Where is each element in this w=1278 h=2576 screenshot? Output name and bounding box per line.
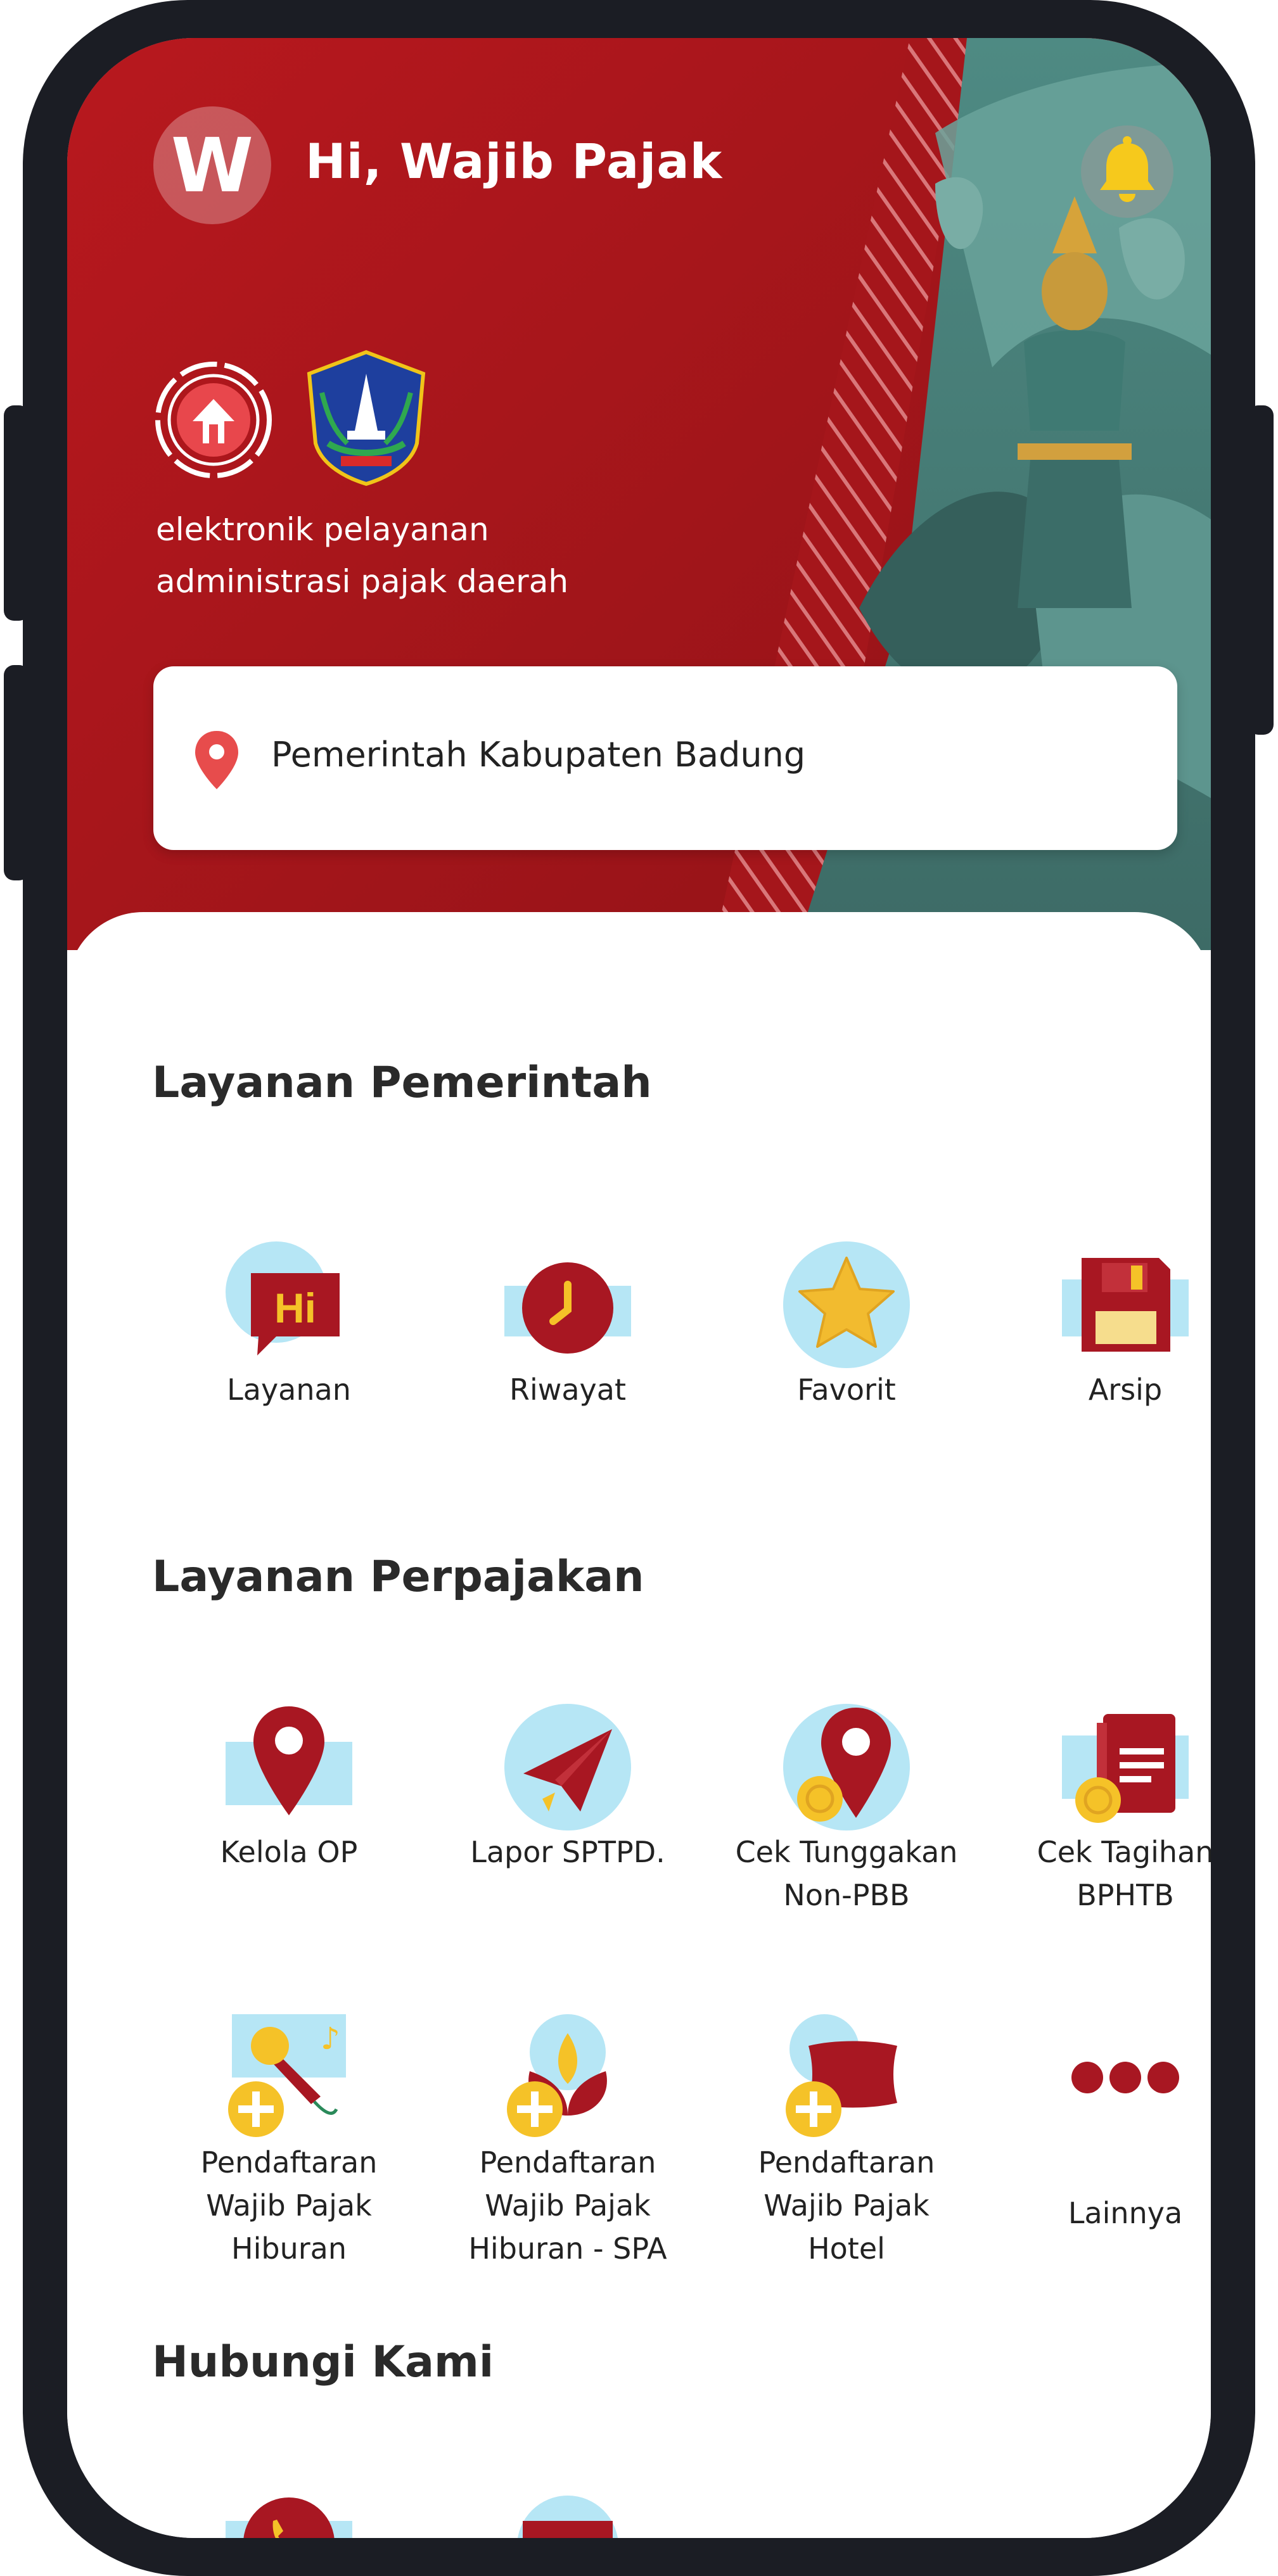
bell-icon (1100, 136, 1154, 202)
email-icon: @ (504, 2496, 631, 2538)
app-screen: W Hi, Wajib Pajak elektronik pelayanan a… (67, 38, 1211, 2538)
document-coin-icon (1062, 1704, 1189, 1830)
service-label: Riwayat (509, 1373, 626, 1407)
service-label: Layanan (227, 1373, 351, 1407)
tagline-line-2: administrasi pajak daerah (156, 563, 569, 600)
service-label: Cek Tagihan BPHTB (1037, 1835, 1211, 1912)
service-label: Pendaftaran Wajib Pajak Hiburan - SPA (468, 2145, 667, 2266)
service-cek-tagihan[interactable]: Cek Tagihan BPHTB (1005, 1704, 1211, 1917)
svg-text:@: @ (545, 2528, 591, 2538)
pin-coin-icon (783, 1704, 910, 1830)
header-banner: W Hi, Wajib Pajak elektronik pelayanan a… (67, 38, 1211, 950)
svg-text:♪: ♪ (321, 2021, 340, 2057)
service-cek-tunggakan[interactable]: Cek Tunggakan Non-PBB (726, 1704, 967, 1917)
service-label: Pendaftaran Wajib Pajak Hiburan (200, 2145, 378, 2266)
pillow-plus-icon (783, 2014, 910, 2141)
paper-plane-icon (504, 1704, 631, 1830)
service-label: Arsip (1088, 1373, 1163, 1407)
location-selector[interactable]: Pemerintah Kabupaten Badung (153, 666, 1177, 850)
service-arsip[interactable]: Arsip (1005, 1241, 1211, 1411)
microphone-plus-icon: ♪ (226, 2014, 352, 2141)
map-pin-icon (226, 1704, 352, 1830)
hi-chat-icon: Hi (226, 1241, 352, 1368)
service-layanan[interactable]: Hi Layanan (169, 1241, 409, 1411)
avatar[interactable]: W (153, 106, 271, 224)
service-daftar-hiburan[interactable]: ♪ Pendaftaran Wajib Pajak Hiburan (169, 2014, 409, 2270)
contact-phone[interactable] (169, 2496, 409, 2538)
service-kelola-op[interactable]: Kelola OP (169, 1704, 409, 1874)
greeting-text: Hi, Wajib Pajak (305, 133, 723, 189)
service-favorit[interactable]: Favorit (726, 1241, 967, 1411)
more-dots-icon (1062, 2014, 1189, 2141)
epad-logo (155, 362, 272, 478)
services-panel: Layanan Pemerintah Hi Layanan Riwayat Fa… (67, 912, 1211, 2538)
phone-icon (226, 2496, 352, 2538)
service-label: Favorit (797, 1373, 896, 1407)
section-title-hubungi: Hubungi Kami (152, 2337, 494, 2387)
location-pin-icon (195, 731, 238, 789)
star-icon (783, 1241, 910, 1368)
service-riwayat[interactable]: Riwayat (447, 1241, 688, 1411)
svg-text:Hi: Hi (274, 1285, 316, 1331)
tagline-line-1: elektronik pelayanan (156, 511, 489, 548)
floppy-disk-icon (1062, 1241, 1189, 1368)
service-label: Cek Tunggakan Non-PBB (735, 1835, 958, 1912)
service-label: Pendaftaran Wajib Pajak Hotel (758, 2145, 935, 2266)
clock-icon (504, 1241, 631, 1368)
lotus-plus-icon (504, 2014, 631, 2141)
notification-button[interactable] (1081, 125, 1173, 218)
service-lapor-sptpd[interactable]: Lapor SPTPD. (447, 1704, 688, 1874)
section-title-pemerintah: Layanan Pemerintah (152, 1058, 652, 1108)
app-tagline: elektronik pelayanan administrasi pajak … (156, 504, 568, 607)
service-label: Lapor SPTPD. (470, 1835, 665, 1869)
service-daftar-hiburan-spa[interactable]: Pendaftaran Wajib Pajak Hiburan - SPA (447, 2014, 688, 2270)
service-label: Kelola OP (220, 1835, 358, 1869)
badung-regency-logo (307, 350, 426, 486)
phone-frame: W Hi, Wajib Pajak elektronik pelayanan a… (23, 0, 1255, 2576)
contact-email[interactable]: @ (447, 2496, 688, 2538)
section-title-perpajakan: Layanan Perpajakan (152, 1552, 644, 1602)
location-name: Pemerintah Kabupaten Badung (271, 735, 806, 775)
service-lainnya[interactable]: Lainnya (1005, 2014, 1211, 2235)
service-daftar-hotel[interactable]: Pendaftaran Wajib Pajak Hotel (726, 2014, 967, 2270)
service-label: Lainnya (1068, 2196, 1183, 2230)
